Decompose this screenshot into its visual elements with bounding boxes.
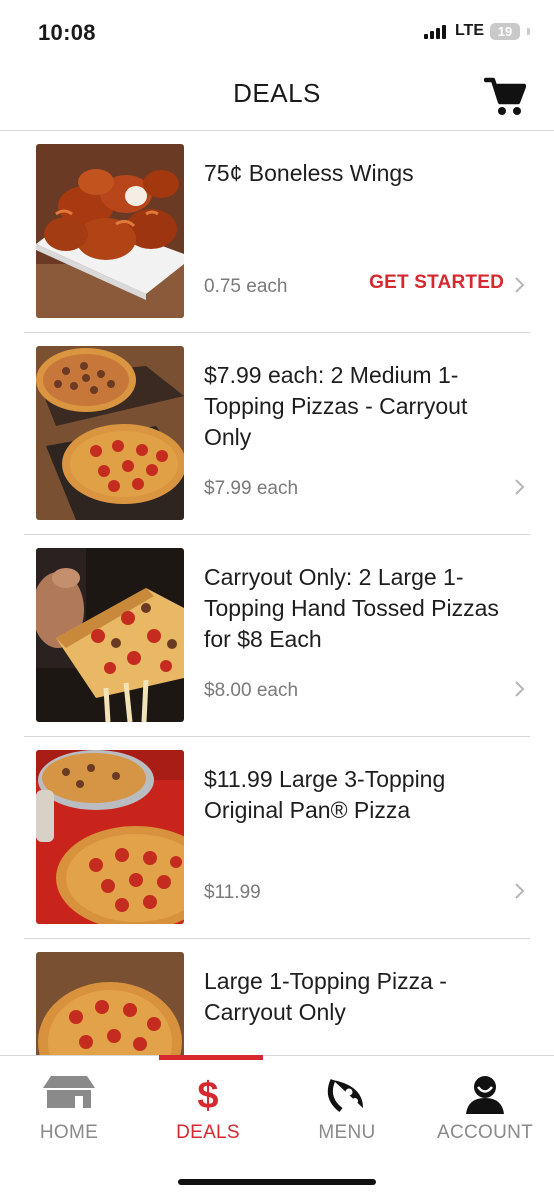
deal-title: $7.99 each: 2 Medium 1-Topping Pizzas - … <box>204 362 468 450</box>
battery-level: 19 <box>497 23 513 39</box>
deal-price: $11.99 <box>204 882 261 903</box>
signal-icon <box>423 23 446 39</box>
battery-nub <box>527 27 530 35</box>
deal-price: $7.99 each <box>204 478 299 499</box>
network-label: LTE <box>454 22 484 39</box>
tab-home[interactable]: HOME <box>0 1056 138 1156</box>
two-medium-pizzas-image <box>36 346 184 520</box>
deal-title: $11.99 Large 3-Topping Original Pan® Piz… <box>204 766 446 823</box>
tab-account[interactable]: ACCOUNT <box>416 1056 554 1156</box>
pan-pizza-image <box>36 750 184 924</box>
svg-text:$: $ <box>197 1075 218 1114</box>
pizza-slice-icon <box>327 1078 363 1112</box>
deal-card-large-one-topping[interactable]: Large 1-Topping Pizza - Carryout Only <box>24 938 530 1055</box>
pepperoni-pizza-image <box>36 952 184 1055</box>
deal-card-two-medium-pizzas[interactable]: $7.99 each: 2 Medium 1-Topping Pizzas - … <box>24 332 530 535</box>
deal-price: $8.00 each <box>204 680 299 701</box>
dollar-icon: $ <box>197 1075 218 1114</box>
tab-label: ACCOUNT <box>436 1122 534 1143</box>
status-time: 10:08 <box>38 20 96 45</box>
get-started-button[interactable]: GET STARTED <box>369 272 504 294</box>
deal-card-pan-pizza[interactable]: $11.99 Large 3-Topping Original Pan® Piz… <box>24 736 530 939</box>
deal-price: 0.75 each <box>204 276 288 297</box>
tab-deals[interactable]: $ DEALS <box>139 1055 277 1156</box>
hand-tossed-pizza-slice-image <box>36 548 184 722</box>
deal-card-hand-tossed-pizzas[interactable]: Carryout Only: 2 Large 1-Topping Hand To… <box>24 534 530 737</box>
tab-label: MENU <box>318 1122 376 1143</box>
battery-icon: 19 <box>490 22 520 40</box>
tab-label: DEALS <box>176 1122 240 1143</box>
chevron-right-icon <box>515 883 525 899</box>
home-icon <box>43 1076 95 1108</box>
status-bar: 10:08 LTE 19 <box>0 0 554 66</box>
header: DEALS <box>0 66 554 131</box>
chevron-right-icon <box>515 479 525 495</box>
deals-screen: 10:08 LTE 19 DEALS 75¢ Boneless Wings 0.… <box>0 0 554 1200</box>
deal-card-boneless-wings[interactable]: 75¢ Boneless Wings 0.75 each GET STARTED <box>24 130 530 333</box>
home-indicator <box>178 1179 376 1185</box>
status-indicators: LTE 19 <box>423 22 530 40</box>
active-tab-indicator <box>159 1055 263 1060</box>
tab-label: HOME <box>39 1122 99 1143</box>
chevron-right-icon <box>515 277 525 293</box>
page-title: DEALS <box>233 78 321 108</box>
user-icon <box>466 1076 504 1114</box>
deal-title: Large 1-Topping Pizza - Carryout Only <box>204 968 447 1025</box>
deal-title: 75¢ Boneless Wings <box>204 160 414 186</box>
boneless-wings-image <box>36 144 184 318</box>
deal-title: Carryout Only: 2 Large 1-Topping Hand To… <box>204 564 499 652</box>
tab-menu[interactable]: MENU <box>278 1056 416 1156</box>
chevron-right-icon <box>515 681 525 697</box>
cart-button[interactable] <box>483 74 527 118</box>
deal-list: 75¢ Boneless Wings 0.75 each GET STARTED <box>0 130 554 1055</box>
cart-icon <box>483 77 527 115</box>
